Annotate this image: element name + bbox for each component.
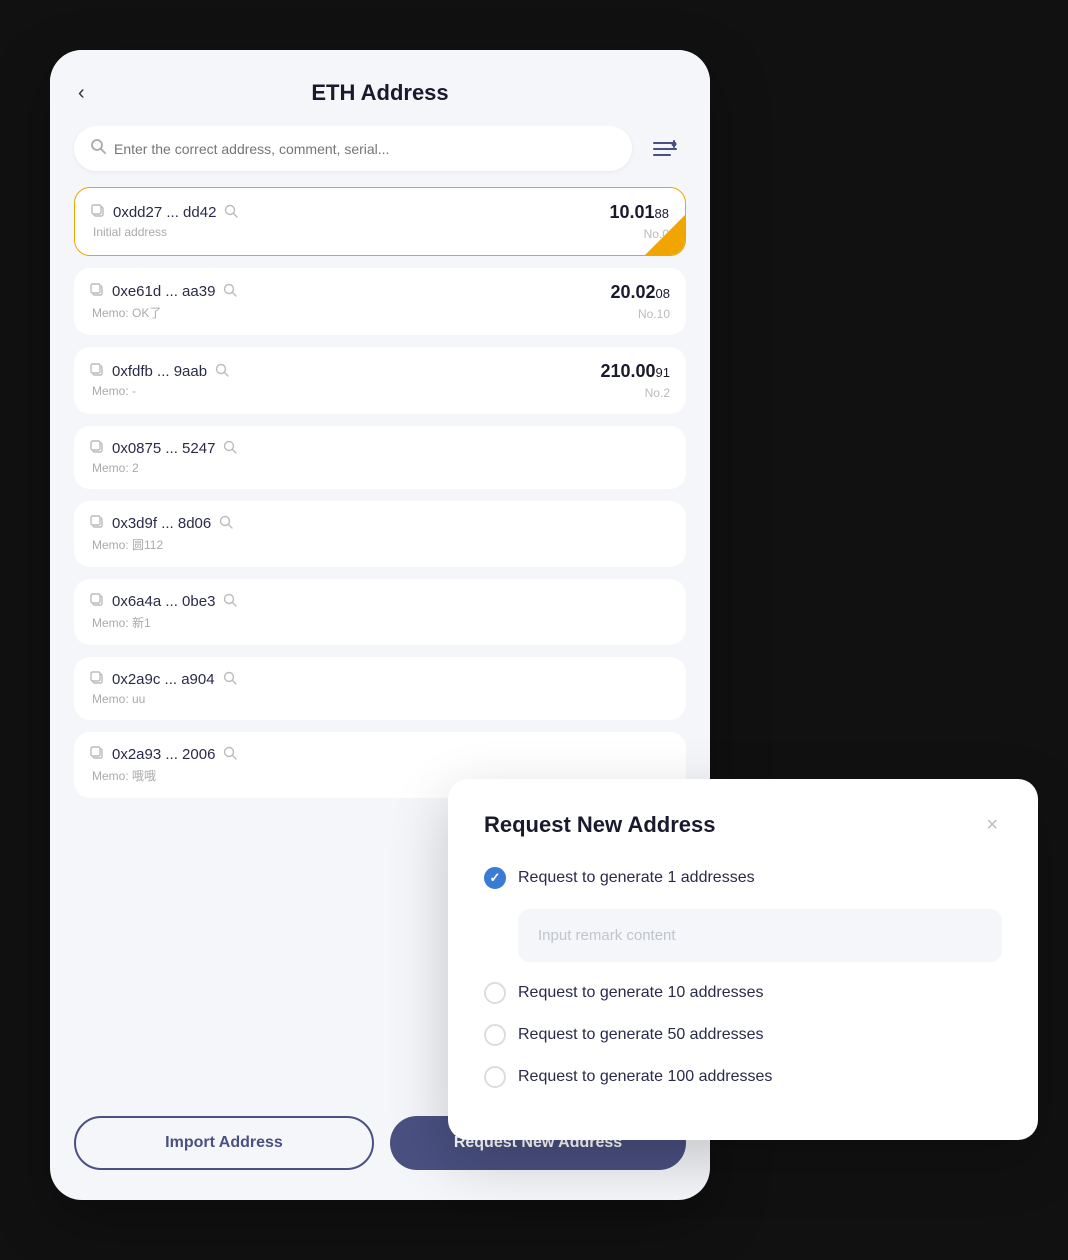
address-left-1: 0xdd27 ... dd42 Initial address: [91, 204, 238, 239]
address-text-1: 0xdd27 ... dd42: [113, 204, 216, 221]
memo-text-1: Initial address: [91, 225, 238, 239]
radio-option-10[interactable]: Request to generate 10 addresses: [484, 982, 1002, 1004]
address-item-5[interactable]: 0x3d9f ... 8d06 Memo: 圆112: [74, 501, 686, 567]
screen-container: ‹ ETH Address: [0, 0, 1068, 1260]
copy-icon-3[interactable]: [90, 363, 104, 380]
address-row-2: 0xe61d ... aa39: [90, 283, 237, 300]
address-row-5: 0x3d9f ... 8d06: [90, 515, 233, 532]
search-addr-icon-7[interactable]: [223, 671, 237, 688]
address-item-6[interactable]: 0x6a4a ... 0be3 Memo: 新1: [74, 579, 686, 645]
import-address-button[interactable]: Import Address: [74, 1116, 374, 1170]
memo-text-6: Memo: 新1: [90, 614, 237, 631]
address-item-1[interactable]: 0xdd27 ... dd42 Initial address 10.0188 …: [74, 187, 686, 256]
radio-option-100[interactable]: Request to generate 100 addresses: [484, 1066, 1002, 1088]
address-left-6: 0x6a4a ... 0be3 Memo: 新1: [90, 593, 237, 631]
search-addr-icon-6[interactable]: [223, 593, 237, 610]
radio-circle-50: [484, 1024, 506, 1046]
search-box: [74, 126, 632, 171]
memo-text-2: Memo: OK了: [90, 304, 237, 321]
memo-text-5: Memo: 圆112: [90, 536, 233, 553]
header: ‹ ETH Address: [50, 50, 710, 126]
copy-icon-8[interactable]: [90, 746, 104, 763]
memo-text-4: Memo: 2: [90, 461, 237, 475]
memo-text-7: Memo: uu: [90, 692, 237, 706]
filter-icon: [652, 138, 678, 160]
balance-2: 20.0208: [610, 282, 670, 303]
address-left-2: 0xe61d ... aa39 Memo: OK了: [90, 283, 237, 321]
back-button[interactable]: ‹: [74, 78, 89, 109]
radio-label-100: Request to generate 100 addresses: [518, 1068, 772, 1086]
address-item-4[interactable]: 0x0875 ... 5247 Memo: 2: [74, 426, 686, 489]
address-row-4: 0x0875 ... 5247: [90, 440, 237, 457]
search-addr-icon-4[interactable]: [223, 440, 237, 457]
address-text-6: 0x6a4a ... 0be3: [112, 593, 215, 610]
search-input[interactable]: [114, 141, 616, 157]
address-text-4: 0x0875 ... 5247: [112, 440, 215, 457]
address-left-3: 0xfdfb ... 9aab Memo: -: [90, 363, 229, 398]
balance-decimal-3: 91: [656, 365, 670, 380]
remark-input[interactable]: [518, 909, 1002, 962]
address-item-7[interactable]: 0x2a9c ... a904 Memo: uu: [74, 657, 686, 720]
search-addr-icon-8[interactable]: [223, 746, 237, 763]
address-right-3: 210.0091 No.2: [600, 361, 670, 400]
address-text-7: 0x2a9c ... a904: [112, 671, 215, 688]
request-new-address-modal: Request New Address × Request to generat…: [448, 779, 1038, 1140]
copy-icon-5[interactable]: [90, 515, 104, 532]
address-row-3: 0xfdfb ... 9aab: [90, 363, 229, 380]
search-row: [50, 126, 710, 187]
search-addr-icon-2[interactable]: [223, 283, 237, 300]
address-row-7: 0x2a9c ... a904: [90, 671, 237, 688]
address-text-8: 0x2a93 ... 2006: [112, 746, 215, 763]
address-text-3: 0xfdfb ... 9aab: [112, 363, 207, 380]
address-left-4: 0x0875 ... 5247 Memo: 2: [90, 440, 237, 475]
address-text-5: 0x3d9f ... 8d06: [112, 515, 211, 532]
copy-icon-6[interactable]: [90, 593, 104, 610]
filter-button[interactable]: [644, 128, 686, 170]
page-title: ETH Address: [311, 80, 448, 106]
address-row-6: 0x6a4a ... 0be3: [90, 593, 237, 610]
radio-option-50[interactable]: Request to generate 50 addresses: [484, 1024, 1002, 1046]
address-left-7: 0x2a9c ... a904 Memo: uu: [90, 671, 237, 706]
search-addr-icon-3[interactable]: [215, 363, 229, 380]
balance-3: 210.0091: [600, 361, 670, 382]
search-icon: [90, 138, 106, 159]
modal-close-button[interactable]: ×: [982, 811, 1002, 839]
address-item-3[interactable]: 0xfdfb ... 9aab Memo: - 210.0091 No.2: [74, 347, 686, 414]
active-badge-1: [645, 215, 685, 255]
radio-label-10: Request to generate 10 addresses: [518, 984, 764, 1002]
search-addr-icon-5[interactable]: [219, 515, 233, 532]
address-row-1: 0xdd27 ... dd42: [91, 204, 238, 221]
radio-circle-100: [484, 1066, 506, 1088]
no-label-2: No.10: [638, 307, 670, 321]
copy-icon-4[interactable]: [90, 440, 104, 457]
address-item-2[interactable]: 0xe61d ... aa39 Memo: OK了 20.0208 No.10: [74, 268, 686, 335]
modal-title: Request New Address: [484, 812, 715, 838]
radio-option-1[interactable]: Request to generate 1 addresses: [484, 867, 1002, 889]
memo-text-8: Memo: 哦哦: [90, 767, 237, 784]
copy-icon-7[interactable]: [90, 671, 104, 688]
copy-icon-1[interactable]: [91, 204, 105, 221]
radio-label-1: Request to generate 1 addresses: [518, 869, 755, 887]
address-text-2: 0xe61d ... aa39: [112, 283, 215, 300]
address-left-8: 0x2a93 ... 2006 Memo: 哦哦: [90, 746, 237, 784]
address-row-8: 0x2a93 ... 2006: [90, 746, 237, 763]
balance-decimal-2: 08: [656, 286, 670, 301]
address-right-2: 20.0208 No.10: [610, 282, 670, 321]
memo-text-3: Memo: -: [90, 384, 229, 398]
radio-label-50: Request to generate 50 addresses: [518, 1026, 764, 1044]
copy-icon-2[interactable]: [90, 283, 104, 300]
no-label-3: No.2: [645, 386, 670, 400]
radio-circle-10: [484, 982, 506, 1004]
radio-circle-1: [484, 867, 506, 889]
modal-header: Request New Address ×: [484, 811, 1002, 839]
search-addr-icon-1[interactable]: [224, 204, 238, 221]
address-left-5: 0x3d9f ... 8d06 Memo: 圆112: [90, 515, 233, 553]
